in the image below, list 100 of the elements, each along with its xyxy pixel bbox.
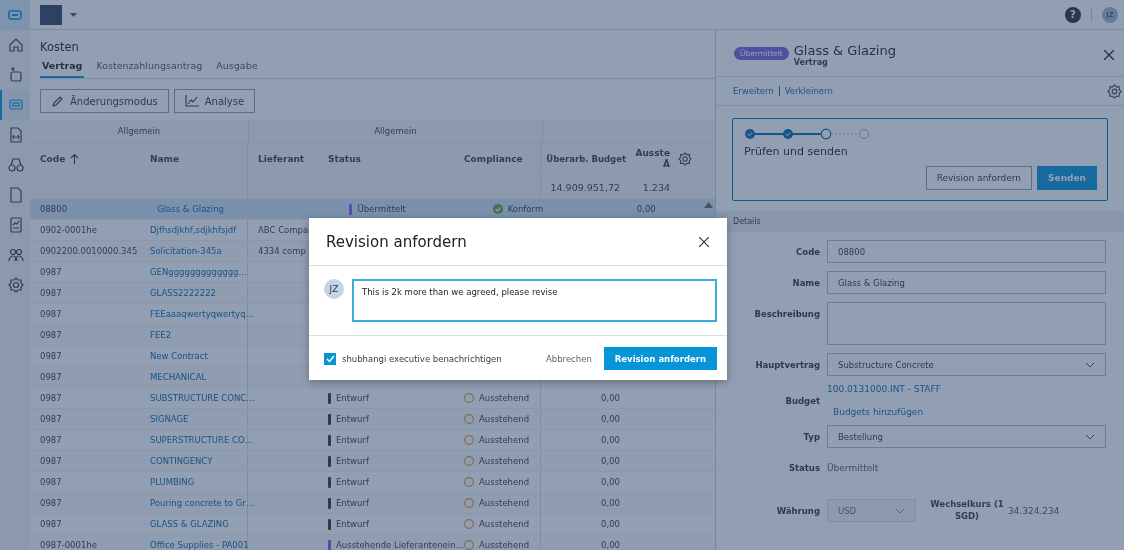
sort-ascending-icon bbox=[70, 154, 80, 164]
field-value: 34.324.234 bbox=[1008, 505, 1060, 516]
contract-link[interactable]: MECHANICAL bbox=[150, 372, 207, 382]
panel-title: Glass & Glazing bbox=[793, 43, 897, 58]
compliance-text: Ausstehend bbox=[479, 435, 530, 445]
table-cell: 0987 bbox=[40, 498, 62, 508]
contract-link[interactable]: GENggggggggggggg… bbox=[150, 267, 247, 277]
field-label: Wechselkurs (1 SGD) bbox=[930, 499, 1004, 522]
collapse-link[interactable]: Verkleinern bbox=[784, 86, 833, 96]
chevron-down-icon bbox=[895, 507, 905, 514]
table-cell: 08800 bbox=[40, 204, 68, 214]
compliance-text: Konform bbox=[507, 204, 544, 214]
tab[interactable]: Ausgabe bbox=[214, 58, 260, 78]
pencil-icon bbox=[51, 94, 64, 108]
request-revision-button[interactable]: Revision anfordern bbox=[603, 347, 717, 370]
column-header[interactable]: Code bbox=[30, 143, 140, 175]
scroll-up-icon[interactable] bbox=[703, 202, 713, 208]
table-cell: 0987 bbox=[40, 309, 62, 319]
table-cell: 0,00 bbox=[601, 456, 620, 466]
status-text: Entwurf bbox=[336, 519, 369, 529]
field-label: Typ bbox=[802, 431, 821, 442]
compliance-text: Ausstehend bbox=[479, 519, 530, 529]
table-cell: 0,00 bbox=[601, 393, 620, 403]
caret-icon[interactable] bbox=[70, 12, 77, 17]
column-header[interactable]: Überarb. Budget bbox=[541, 143, 630, 175]
user-avatar: JZ bbox=[324, 279, 344, 299]
contract-link[interactable]: FEE2 bbox=[150, 330, 172, 340]
project-thumbnail[interactable] bbox=[40, 4, 62, 25]
column-header[interactable]: Compliance bbox=[460, 143, 541, 175]
contract-link[interactable]: Pouring concrete to Gr… bbox=[150, 498, 255, 508]
request-revision-button[interactable]: Revision anfordern bbox=[925, 166, 1033, 190]
close-icon[interactable] bbox=[1104, 50, 1114, 60]
table-cell: 0902-0001he bbox=[40, 225, 97, 235]
total-cell-text: 1.234 bbox=[641, 180, 671, 195]
tab[interactable]: Vertrag bbox=[40, 58, 85, 78]
contract-link[interactable]: PLUMBING bbox=[150, 477, 195, 487]
dropdown[interactable]: Bestellung bbox=[827, 425, 1106, 448]
contract-link[interactable]: CONTINGENCY bbox=[150, 456, 213, 466]
table-row[interactable]: 0987 SIGNAGE Entwurf Ausstehend 0,00 bbox=[30, 409, 715, 430]
table-cell: 0,00 bbox=[601, 498, 620, 508]
cancel-button[interactable]: Abbrechen bbox=[539, 353, 598, 364]
status-text: Entwurf bbox=[336, 498, 369, 508]
column-header[interactable]: Ausste Ä bbox=[630, 143, 672, 175]
column-header[interactable]: Status bbox=[318, 143, 460, 175]
checkbox[interactable] bbox=[324, 352, 336, 365]
binoculars-icon bbox=[8, 157, 24, 173]
report-icon bbox=[8, 217, 24, 233]
settings-icon[interactable] bbox=[678, 152, 692, 166]
app-logo-icon[interactable] bbox=[0, 0, 30, 30]
home-icon bbox=[8, 37, 24, 53]
table-cell: 0987-0001he bbox=[40, 540, 97, 550]
close-icon[interactable] bbox=[699, 236, 709, 247]
table-row[interactable]: 08800 Glass & Glazing Übermittelt Konform 0,00 bbox=[30, 199, 715, 220]
status-text: Entwurf bbox=[336, 414, 369, 424]
help-button[interactable]: ? bbox=[1065, 6, 1081, 23]
table-cell: 0,00 bbox=[636, 204, 656, 214]
table-cell: 0987 bbox=[40, 330, 62, 340]
column-header[interactable]: Name bbox=[140, 143, 248, 175]
column-header[interactable]: Lieferant bbox=[248, 143, 318, 175]
table-row[interactable]: 0987 Pouring concrete to Gr… Entwurf Ausstehend 0,00 bbox=[30, 493, 715, 514]
edit-mode-button[interactable]: Änderungsmodus bbox=[40, 89, 169, 113]
contract-link[interactable]: New Contract bbox=[150, 351, 208, 361]
analysis-button[interactable]: Analyse bbox=[173, 89, 256, 113]
field-label: Status bbox=[787, 462, 821, 473]
contract-link[interactable]: FEEaaaqwertyqwertyq… bbox=[150, 309, 255, 319]
field-label: Währung bbox=[775, 505, 821, 516]
status-text: Entwurf bbox=[336, 393, 369, 403]
contract-link[interactable]: SUPERSTRUCTURE CO… bbox=[150, 435, 254, 445]
compliance-text: Ausstehend bbox=[479, 393, 530, 403]
document-icon bbox=[8, 187, 24, 203]
contract-link[interactable]: Glass & Glazing bbox=[157, 204, 224, 214]
dropdown[interactable]: Substructure Concrete bbox=[827, 353, 1106, 376]
status-text: Entwurf bbox=[336, 435, 369, 445]
expand-link[interactable]: Erweitern bbox=[733, 86, 774, 96]
tab[interactable]: Kostenzahlungsantrag bbox=[94, 58, 205, 78]
contract-link[interactable]: GLASS & GLAZING bbox=[150, 519, 229, 529]
table-cell: 0987 bbox=[40, 267, 62, 277]
comment-field[interactable]: This is 2k more than we agreed, please revise bbox=[352, 279, 717, 322]
table-cell: 0987 bbox=[40, 477, 62, 487]
table-cell: 0,00 bbox=[601, 477, 620, 487]
table-cell: ABC Compa bbox=[258, 225, 309, 235]
contract-link[interactable]: SIGNAGE bbox=[150, 414, 189, 424]
budget-link[interactable]: 100.0131000.INT - STAFF bbox=[827, 384, 941, 394]
add-budgets-link[interactable]: Budgets hinzufügen bbox=[833, 407, 941, 417]
table-cell: 0987 bbox=[40, 288, 62, 298]
contract-link[interactable]: Solicitation-345a bbox=[150, 246, 222, 256]
text-field[interactable]: Glass & Glazing bbox=[827, 271, 1106, 294]
total-cell-text: 14.909.951,72 bbox=[549, 180, 621, 195]
settings-icon[interactable] bbox=[1107, 83, 1122, 99]
contract-link[interactable]: SUBSTRUCTURE CONC… bbox=[150, 393, 255, 403]
compliance-text: Ausstehend bbox=[479, 540, 530, 550]
table-cell: 4334 comp bbox=[258, 246, 306, 256]
sidebar-item[interactable] bbox=[0, 90, 30, 120]
table-row[interactable]: 0987 CONTINGENCY Entwurf Ausstehend 0,00 bbox=[30, 451, 715, 472]
contract-link[interactable]: Office Supplies - PA001 bbox=[150, 540, 249, 550]
compliance-text: Ausstehend bbox=[479, 414, 530, 424]
text-field[interactable]: 08800 bbox=[827, 240, 1106, 263]
contract-link[interactable]: Djfhsdjkhf,sdjkhfsjdf bbox=[150, 225, 237, 235]
send-button[interactable]: Senden bbox=[1037, 166, 1097, 190]
contract-link[interactable]: GLASS2222222 bbox=[150, 288, 216, 298]
